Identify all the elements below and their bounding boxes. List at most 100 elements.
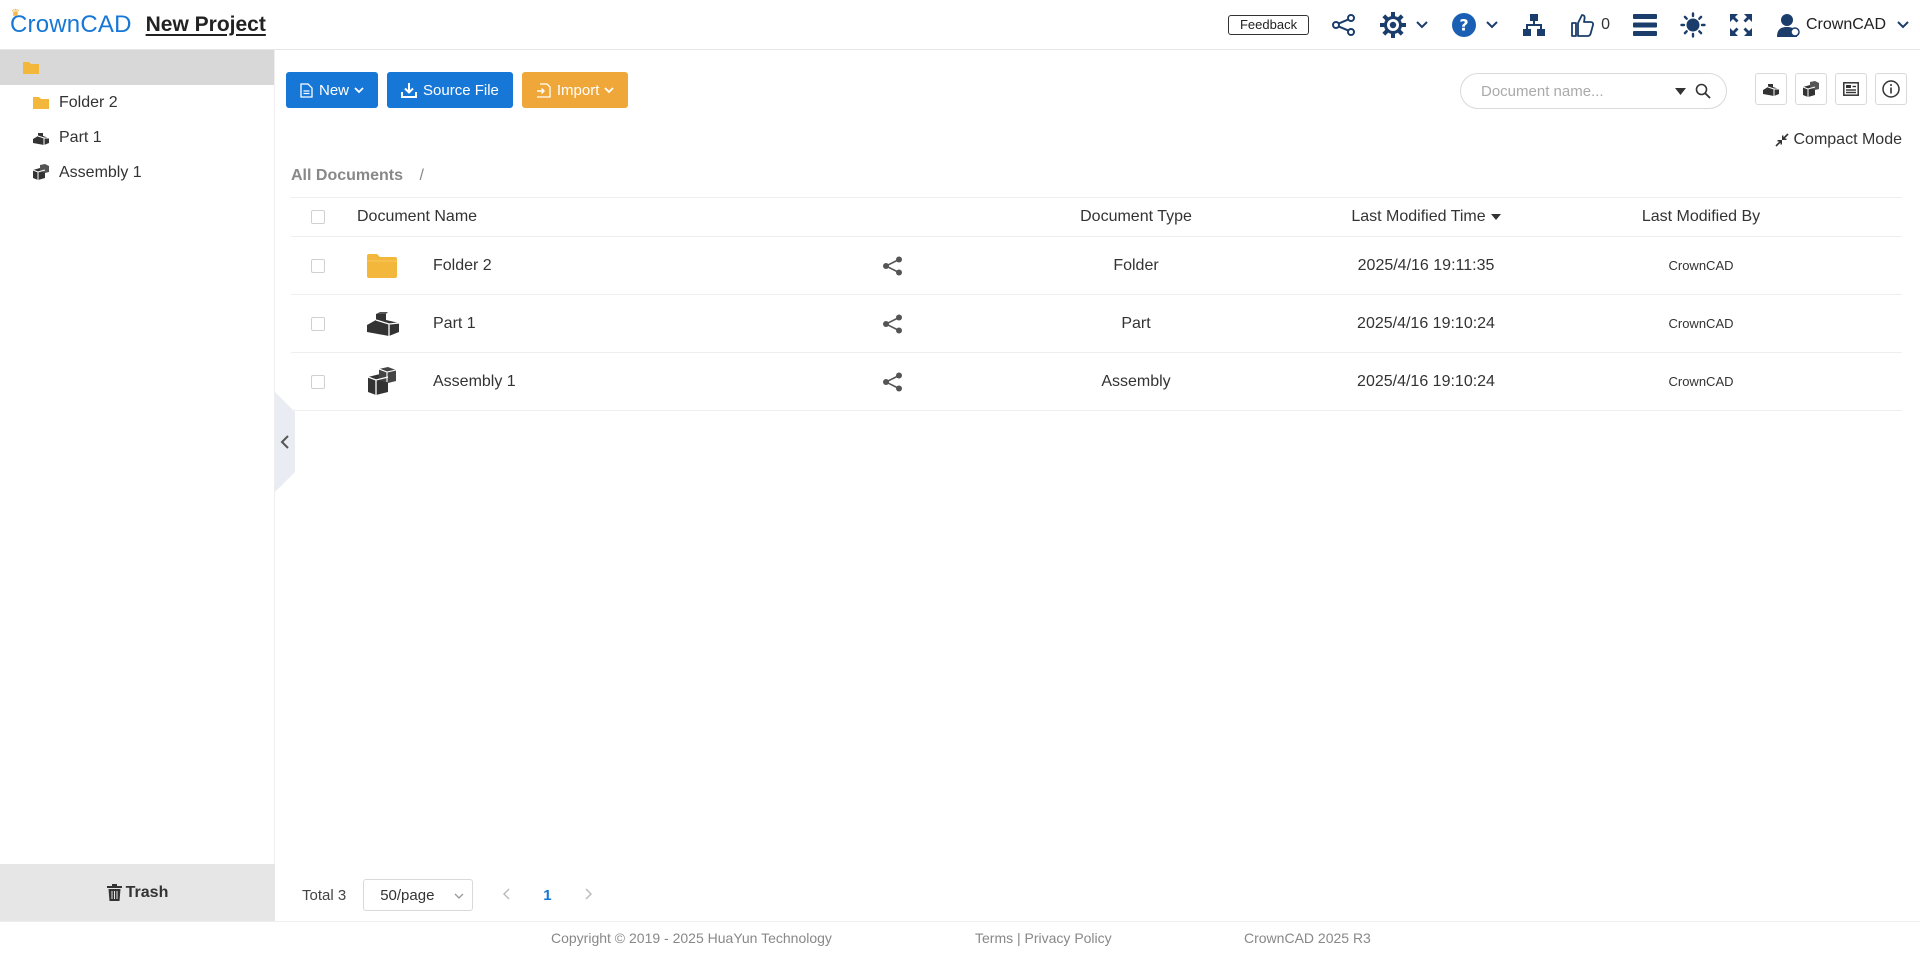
assembly-icon — [1802, 80, 1819, 97]
breadcrumb: All Documents / — [291, 167, 424, 185]
compact-mode-toggle[interactable]: Compact Mode — [1774, 131, 1903, 149]
import-button[interactable]: Import — [521, 72, 629, 108]
column-last-modified-by[interactable]: Last Modified By — [1601, 198, 1801, 236]
compress-icon — [1774, 133, 1789, 147]
source-file-label: Source File — [423, 81, 499, 99]
document-name[interactable]: Folder 2 — [433, 237, 492, 294]
sort-desc-icon — [1490, 214, 1501, 220]
footer-version: CrownCAD 2025 R3 — [1244, 930, 1371, 946]
theme-icon[interactable] — [1680, 10, 1706, 40]
settings-dropdown[interactable] — [1379, 10, 1429, 40]
view-buttons — [1755, 73, 1907, 105]
prev-page-button[interactable] — [503, 887, 511, 904]
row-checkbox[interactable] — [311, 316, 325, 331]
like-count: 0 — [1601, 16, 1610, 33]
row-share-icon[interactable] — [882, 353, 904, 410]
row-checkbox[interactable] — [311, 258, 325, 273]
folder-icon — [23, 62, 39, 74]
import-icon — [536, 82, 551, 98]
assembly-icon — [32, 164, 50, 182]
settings-icon — [1380, 12, 1407, 38]
column-document-type[interactable]: Document Type — [1011, 198, 1261, 236]
sidebar-root-folder[interactable] — [0, 50, 274, 85]
row-checkbox[interactable] — [311, 374, 325, 389]
last-modified-time: 2025/4/16 19:10:24 — [1357, 314, 1495, 332]
row-share-icon[interactable] — [882, 295, 904, 352]
document-type: Assembly — [1101, 372, 1171, 390]
chevron-down-icon — [1897, 21, 1909, 29]
sidebar-item-folder-2[interactable]: Folder 2 — [0, 85, 274, 120]
breadcrumb-separator: / — [419, 167, 424, 184]
share-icon[interactable] — [1331, 10, 1357, 40]
column-document-name[interactable]: Document Name — [357, 198, 477, 236]
last-modified-time: 2025/4/16 19:11:35 — [1357, 256, 1495, 274]
footer: Copyright © 2019 - 2025 HuaYun Technolog… — [0, 921, 1920, 953]
like-button[interactable]: 0 — [1569, 10, 1610, 40]
part-icon — [1763, 84, 1779, 96]
main-content: New Source File Import Document name... — [276, 50, 1920, 921]
new-button-label: New — [319, 81, 350, 99]
column-last-modified-time[interactable]: Last Modified Time — [1301, 198, 1551, 236]
document-name[interactable]: Assembly 1 — [433, 353, 516, 410]
last-modified-by: CrownCAD — [1668, 258, 1734, 273]
next-page-button[interactable] — [584, 887, 592, 904]
part-icon — [32, 129, 50, 147]
user-name: CrownCAD — [1805, 16, 1886, 33]
table-row[interactable]: Part 1 Part 2025/4/16 19:10:24 CrownCAD — [291, 295, 1902, 353]
pagination-total: Total 3 — [302, 886, 347, 904]
caret-down-icon — [1675, 88, 1686, 95]
last-modified-by: CrownCAD — [1668, 316, 1734, 331]
info-button[interactable] — [1875, 73, 1907, 105]
pagination: Total 3 50/page 1 — [302, 879, 592, 911]
fullscreen-icon[interactable] — [1728, 10, 1754, 40]
crowncad-logo[interactable]: ♛ CrownCAD — [10, 8, 132, 39]
new-document-icon — [300, 82, 313, 98]
page-size-select[interactable]: 50/page — [363, 879, 474, 911]
download-icon — [401, 83, 418, 98]
document-name[interactable]: Part 1 — [433, 295, 476, 352]
folder-icon — [32, 94, 50, 112]
compact-mode-label: Compact Mode — [1793, 131, 1903, 148]
page-number-1[interactable]: 1 — [543, 887, 551, 904]
select-all-checkbox[interactable] — [311, 210, 325, 224]
row-share-icon[interactable] — [882, 237, 904, 294]
part-icon — [366, 295, 400, 352]
trash-label: Trash — [125, 883, 169, 901]
trash-button[interactable]: Trash — [0, 864, 275, 921]
footer-copyright: Copyright © 2019 - 2025 HuaYun Technolog… — [551, 930, 832, 946]
assembly-icon — [366, 353, 398, 410]
breadcrumb-all-documents[interactable]: All Documents — [291, 167, 403, 184]
source-file-button[interactable]: Source File — [387, 72, 513, 108]
detail-view-button[interactable] — [1835, 73, 1867, 105]
search-icon — [1695, 83, 1711, 99]
hierarchy-icon[interactable] — [1521, 10, 1547, 40]
project-title[interactable]: New Project — [146, 13, 266, 37]
last-modified-by: CrownCAD — [1668, 374, 1734, 389]
chevron-down-icon — [454, 893, 464, 899]
document-search[interactable]: Document name... — [1460, 73, 1727, 109]
sidebar-item-assembly-1[interactable]: Assembly 1 — [0, 155, 274, 190]
sidebar-item-part-1[interactable]: Part 1 — [0, 120, 274, 155]
document-type: Part — [1121, 314, 1151, 332]
filter-part-button[interactable] — [1755, 73, 1787, 105]
filter-assembly-button[interactable] — [1795, 73, 1827, 105]
table-row[interactable]: Assembly 1 Assembly 2025/4/16 19:10:24 C… — [291, 353, 1902, 411]
user-menu[interactable]: CrownCAD — [1776, 10, 1910, 40]
table-row[interactable]: Folder 2 Folder 2025/4/16 19:11:35 Crown… — [291, 237, 1902, 295]
last-modified-time: 2025/4/16 19:10:24 — [1357, 372, 1495, 390]
trash-icon — [106, 884, 122, 901]
footer-terms-privacy-links[interactable]: Terms | Privacy Policy — [975, 930, 1112, 946]
select-all-checkbox-cell — [311, 198, 325, 236]
sidebar: Folder 2 Part 1 Assembly 1 Trash — [0, 50, 275, 921]
document-type: Folder — [1113, 256, 1159, 274]
search-input[interactable]: Document name... — [1481, 83, 1604, 100]
sidebar-item-label: Assembly 1 — [59, 163, 142, 181]
thumbs-up-icon — [1571, 14, 1595, 37]
import-button-label: Import — [556, 81, 600, 99]
help-dropdown[interactable]: ? — [1451, 10, 1499, 40]
new-button[interactable]: New — [286, 72, 379, 108]
sidebar-item-label: Part 1 — [59, 128, 102, 146]
feedback-button[interactable]: Feedback — [1227, 15, 1310, 35]
list-icon[interactable] — [1632, 10, 1658, 40]
table-header: Document Name Document Type Last Modifie… — [291, 197, 1902, 237]
